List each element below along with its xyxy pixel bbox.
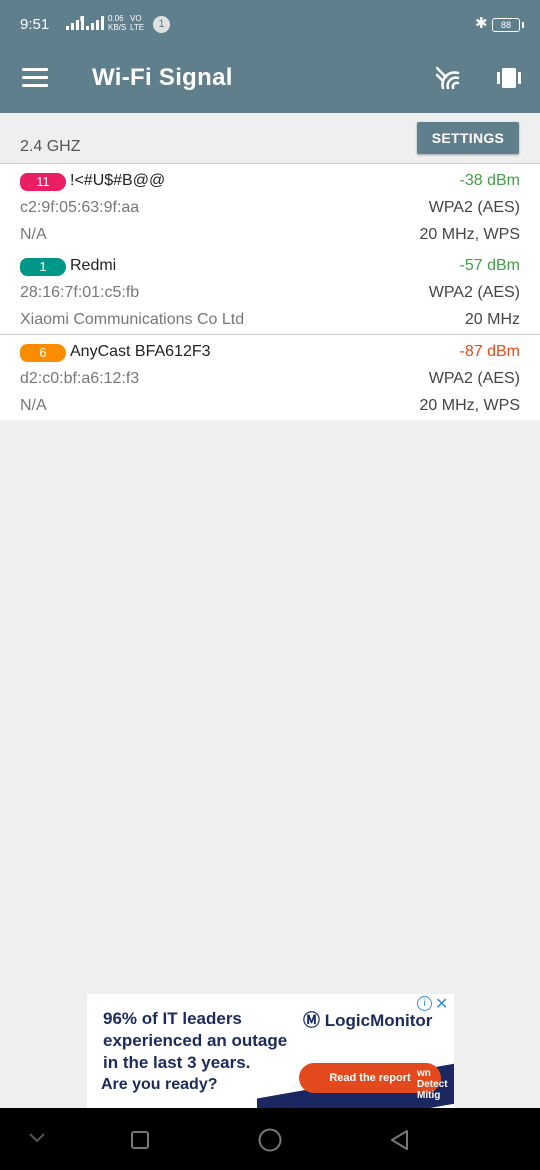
- settings-button[interactable]: SETTINGS: [417, 122, 519, 154]
- signal-strength: -87 dBm: [459, 343, 520, 360]
- app-bar: Wi-Fi Signal: [0, 42, 540, 113]
- bluetooth-icon: ✱: [475, 15, 488, 32]
- network-vendor: N/A: [20, 226, 47, 243]
- home-icon[interactable]: [257, 1127, 283, 1153]
- network-ssid: !<#U$#B@@: [70, 172, 166, 189]
- network-vendor: Xiaomi Communications Co Ltd: [20, 311, 245, 328]
- ad-close-icon[interactable]: ✕: [435, 994, 448, 1014]
- ad-headline-line: 96% of IT leaders: [103, 1009, 242, 1028]
- ad-side-line: wn: [417, 1068, 431, 1079]
- battery-icon: 88: [492, 18, 524, 32]
- ad-brand-name: LogicMonitor: [324, 1011, 433, 1030]
- collapse-icon[interactable]: [28, 1132, 46, 1144]
- page-title: Wi-Fi Signal: [92, 64, 233, 91]
- channel-badge: 6: [20, 344, 66, 362]
- network-type-small: ᴴ: [80, 15, 84, 25]
- network-bssid: 28:16:7f:01:c5:fb: [20, 284, 140, 301]
- network-security: WPA2 (AES): [428, 199, 520, 216]
- status-bar: 9:51 ᴴ 0.06 KB/S VO LTE 1 ✱ 88: [0, 0, 540, 42]
- band-label: 2.4 GHZ: [20, 138, 81, 155]
- signal-strength: -38 dBm: [459, 172, 520, 189]
- network-item[interactable]: 11 !<#U$#B@@ -38 dBm c2:9f:05:63:9f:aa W…: [0, 163, 540, 249]
- ad-banner[interactable]: 96% of IT leaders experienced an outage …: [87, 994, 454, 1108]
- vibrate-icon[interactable]: [494, 66, 524, 90]
- navigation-bar: [0, 1108, 540, 1170]
- network-vendor: N/A: [20, 397, 47, 414]
- ad-side-line: Mitig: [417, 1090, 441, 1101]
- network-security: WPA2 (AES): [428, 370, 520, 387]
- channel-badge: 11: [20, 173, 66, 191]
- ad-info-icon[interactable]: i: [417, 996, 432, 1011]
- ad-brand-logo: Ⓜ LogicMonitor: [303, 1006, 432, 1031]
- network-list: 11 !<#U$#B@@ -38 dBm c2:9f:05:63:9f:aa W…: [0, 163, 540, 420]
- data-speed-unit: KB/S: [108, 23, 127, 32]
- ad-headline: 96% of IT leaders experienced an outage …: [103, 1008, 287, 1074]
- network-ssid: Redmi: [70, 257, 117, 274]
- back-icon[interactable]: [388, 1128, 410, 1152]
- logo-mark-icon: Ⓜ: [303, 1011, 320, 1030]
- ad-side-text: wn Detect Mitig: [417, 1068, 448, 1101]
- data-speed-value: 0.06: [108, 14, 124, 23]
- network-item[interactable]: 6 AnyCast BFA612F3 -87 dBm d2:c0:bf:a6:1…: [0, 334, 540, 420]
- network-bssid: d2:c0:bf:a6:12:f3: [20, 370, 140, 387]
- ad-side-line: Detect: [417, 1079, 448, 1090]
- network-item[interactable]: 1 Redmi -57 dBm 28:16:7f:01:c5:fb WPA2 (…: [0, 249, 540, 334]
- network-bssid: c2:9f:05:63:9f:aa: [20, 199, 140, 216]
- recents-icon[interactable]: [130, 1130, 150, 1150]
- menu-icon[interactable]: [22, 68, 48, 88]
- band-header: 2.4 GHZ SETTINGS: [0, 113, 540, 163]
- status-time: 9:51: [20, 16, 50, 33]
- volte-bottom: LTE: [130, 23, 145, 32]
- network-width: 20 MHz, WPS: [419, 226, 520, 243]
- ad-headline-line: in the last 3 years.: [103, 1053, 251, 1072]
- network-width: 20 MHz, WPS: [419, 397, 520, 414]
- wifi-scan-icon[interactable]: [434, 64, 462, 92]
- signal-strength: -57 dBm: [459, 257, 520, 274]
- channel-badge: 1: [20, 258, 66, 276]
- ad-headline-line: experienced an outage: [103, 1031, 288, 1050]
- volte-top: VO: [130, 14, 142, 23]
- signal-icon-2: [86, 16, 104, 30]
- notification-count: 1: [153, 16, 170, 33]
- network-security: WPA2 (AES): [428, 284, 520, 301]
- network-ssid: AnyCast BFA612F3: [70, 343, 211, 360]
- ad-subtext: Are you ready?: [101, 1076, 218, 1093]
- network-width: 20 MHz: [464, 311, 520, 328]
